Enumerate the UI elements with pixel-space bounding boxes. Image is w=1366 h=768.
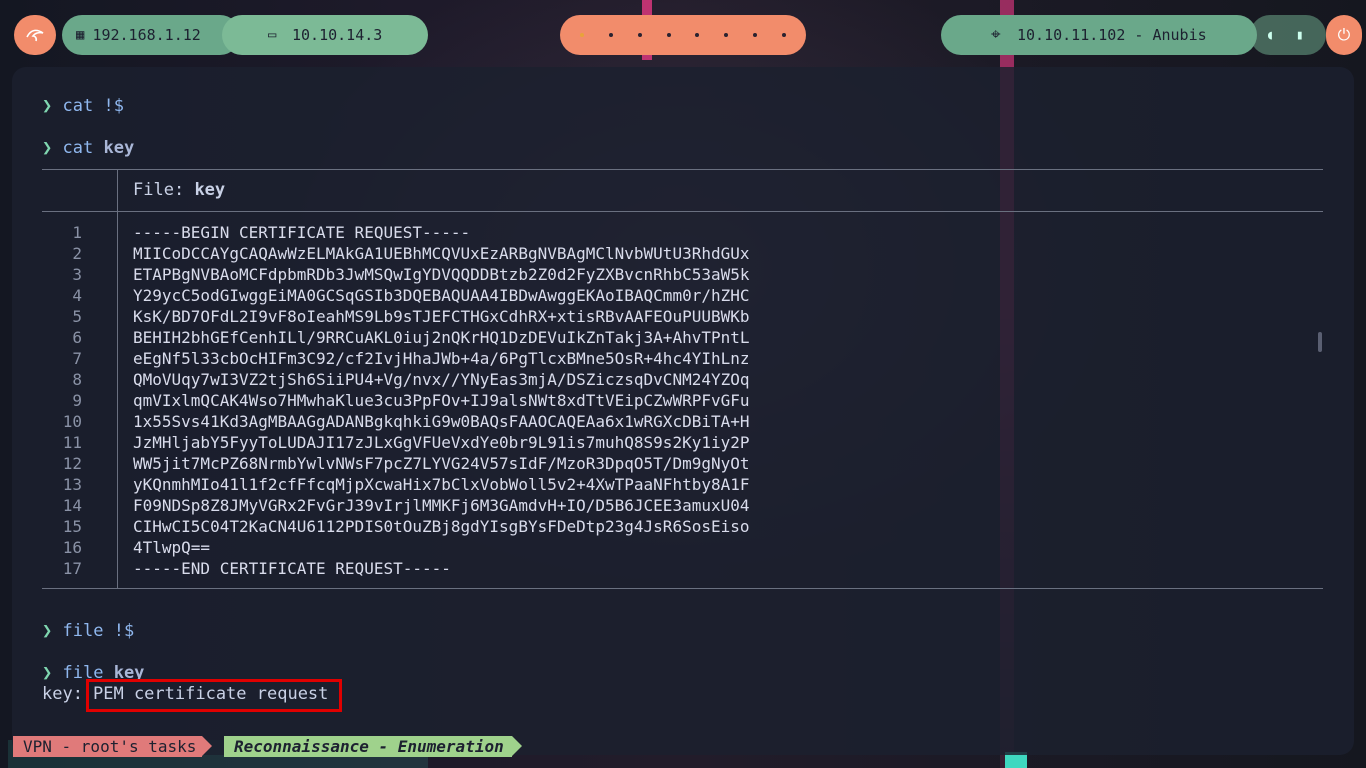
workspace-dot[interactable] (666, 33, 671, 37)
line-number: 16 (62, 538, 82, 557)
workspace-dot[interactable] (609, 33, 614, 37)
battery-icon[interactable]: ▮ (1296, 28, 1304, 43)
line-number: 11 (62, 433, 82, 452)
session-tag[interactable]: VPN - root's tasks (13, 736, 213, 757)
line-number: 10 (62, 412, 82, 431)
workspace-dot[interactable] (752, 33, 757, 37)
line-number: 5 (72, 307, 82, 326)
line-number: 12 (62, 454, 82, 473)
task-tag[interactable]: Reconnaissance - Enumeration (224, 736, 522, 757)
line-number: 3 (72, 265, 82, 284)
target-label: 10.10.11.102 - Anubis (1017, 26, 1207, 44)
highlight-box (86, 679, 342, 712)
code-line: ETAPBgNVBAoMCFdpbmRDb3JwMSQwIgYDVQQDDBtz… (133, 265, 750, 284)
command-name: cat (62, 96, 94, 116)
prompt-symbol: ❯ (42, 663, 53, 683)
code-line: Y29ycC5odGIwggEiMA0GCSqGSIb3DQEBAQUAA4IB… (133, 286, 750, 305)
code-line: QMoVUqy7wI3VZ2tjSh6SiiPU4+Vg/nvx//YNyEas… (133, 370, 750, 389)
line-number: 2 (72, 244, 82, 263)
command-arg: !$ (103, 96, 124, 116)
volume-icon[interactable]: ◖ (1266, 28, 1274, 43)
frame-bottom-rule (42, 588, 1323, 589)
line-number: 15 (62, 517, 82, 536)
target-widget[interactable]: ⌖ 10.10.11.102 - Anubis (941, 15, 1257, 55)
command-line: ❯ file !$ (42, 621, 134, 641)
code-line: JzMHljabY5FyyToLUDAJI17zJLxGgVFUeVxdYe0b… (133, 433, 750, 452)
terminal-window[interactable] (12, 67, 1354, 755)
code-line: KsK/BD7OFdL2I9vF8oIeahMS9Lb9sTJEFCTHGxCd… (133, 307, 750, 326)
command-line: ❯ cat !$ (42, 96, 124, 116)
workspace-dot[interactable] (781, 33, 786, 37)
command-arg: key (103, 138, 135, 158)
code-line: 1x55Svs41Kd3AgMBAAGgADANBgkqhkiG9w0BAQsF… (133, 412, 750, 431)
laptop-icon: ▭ (268, 27, 277, 43)
code-line: F09NDSp8Z8JMyVGRx2FvGrJ39vIrjlMMKFj6M3GA… (133, 496, 750, 515)
code-line: WW5jit7McPZ68NrmbYwlvNWsF7pcZ7LYVG24V57s… (133, 454, 750, 473)
line-number: 7 (72, 349, 82, 368)
local-ip-label: 192.168.1.12 (92, 26, 201, 44)
prompt-symbol: ❯ (42, 621, 53, 641)
line-number: 14 (62, 496, 82, 515)
line-number: 8 (72, 370, 82, 389)
code-line: yKQnmhMIo41l1f2cfFfcqMjpXcwaHix7bClxVobW… (133, 475, 750, 494)
command-arg: !$ (113, 621, 135, 641)
prompt-symbol: ❯ (42, 138, 53, 158)
workspace-dot-active[interactable] (580, 33, 585, 37)
command-name: file (62, 621, 104, 641)
power-icon: ⏻ (1337, 25, 1351, 44)
command-line: ❯ cat key (42, 138, 134, 158)
scrollbar-thumb[interactable] (1318, 332, 1322, 352)
code-line: CIHwCI5C04T2KaCN4U6112PDIS0tOuZBj8gdYIsg… (133, 517, 750, 536)
vpn-ip-label: 10.10.14.3 (292, 26, 383, 44)
line-number: 13 (62, 475, 82, 494)
launcher-button[interactable] (14, 15, 56, 55)
file-header: File: key (133, 180, 225, 200)
code-line: MIICoDCCAYgCAQAwWzELMAkGA1UEBhMCQVUxEzAR… (133, 244, 750, 263)
line-number: 6 (72, 328, 82, 347)
crosshair-icon: ⌖ (991, 25, 1001, 45)
file-header-label: File: (133, 180, 185, 200)
frame-top-rule (42, 169, 1323, 170)
vpn-ip-widget[interactable]: ▭ 10.10.14.3 (222, 15, 428, 55)
line-number: 4 (72, 286, 82, 305)
line-number: 17 (62, 559, 82, 578)
prompt-symbol: ❯ (42, 96, 53, 116)
file-header-name: key (194, 180, 226, 200)
workspace-switcher[interactable] (560, 15, 806, 55)
code-line: eEgNf5l33cbOcHIFm3C92/cf2IvjHhaJWb+4a/6P… (133, 349, 750, 368)
command-name: cat (62, 138, 94, 158)
kali-dragon-icon (26, 29, 44, 42)
workspace-dot[interactable] (695, 33, 700, 37)
frame-header-rule (42, 211, 1323, 212)
frame-gutter-rule (117, 169, 118, 588)
output-prefix: key: (42, 684, 83, 704)
system-tray[interactable]: ◖ ▮ (1250, 15, 1326, 55)
code-line: BEHIH2bhGEfCenhILl/9RRCuAKL0iuj2nQKrHQ1D… (133, 328, 750, 347)
workspace-dot[interactable] (724, 33, 729, 37)
line-number: 9 (72, 391, 82, 410)
code-line: 4TlwpQ== (133, 538, 211, 557)
code-line: -----END CERTIFICATE REQUEST----- (133, 559, 451, 578)
local-ip-widget[interactable]: ▦ 192.168.1.12 (62, 15, 240, 55)
power-button[interactable]: ⏻ (1326, 15, 1362, 55)
workspace-dot[interactable] (637, 33, 642, 37)
code-line: qmVIxlmQCAK4Wso7HMwhaKlue3cu3PpFOv+IJ9al… (133, 391, 750, 410)
ethernet-icon: ▦ (76, 27, 85, 43)
code-line: -----BEGIN CERTIFICATE REQUEST----- (133, 223, 471, 242)
line-number: 1 (72, 223, 82, 242)
